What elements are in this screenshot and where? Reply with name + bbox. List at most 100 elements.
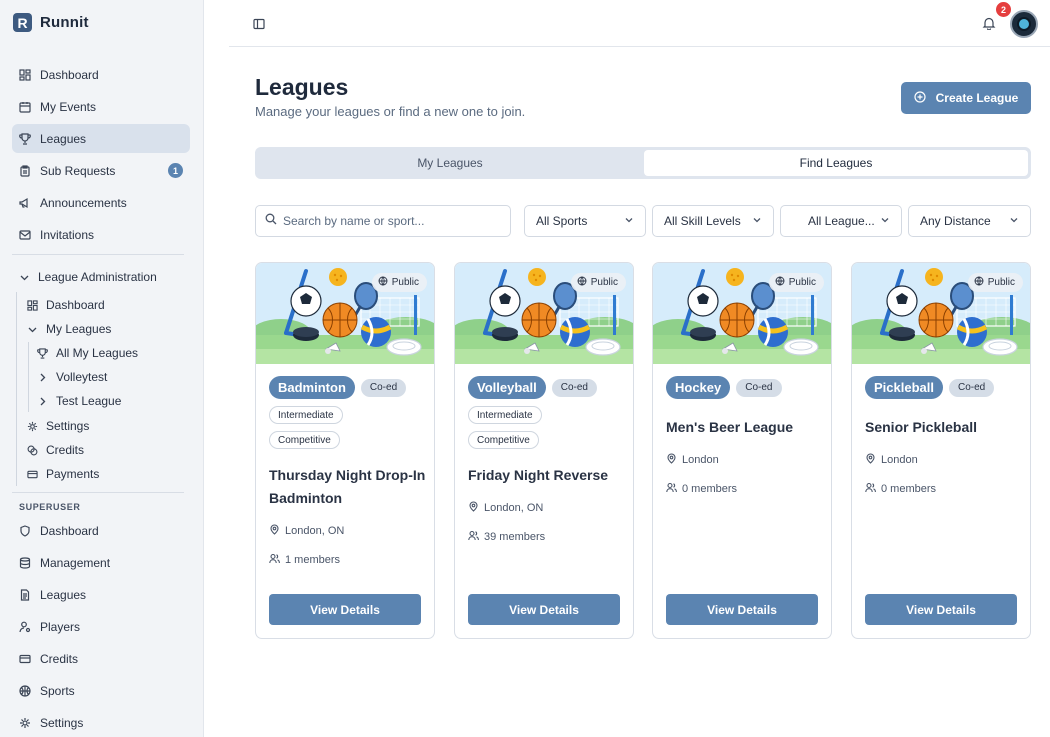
league-location: London, ON [468, 501, 543, 515]
league-admin-credits[interactable]: Credits [27, 439, 84, 461]
superuser-settings[interactable]: Settings [12, 708, 190, 737]
chevron-right-icon [37, 372, 48, 383]
users-icon [269, 553, 280, 567]
search-box[interactable] [255, 205, 511, 237]
sidebar-item-label: My Events [40, 99, 97, 114]
league-admin-payments[interactable]: Payments [27, 463, 99, 485]
sidebar-item-label: Sub Requests [40, 163, 116, 178]
location-text: London [682, 454, 719, 466]
superuser-leagues[interactable]: Leagues [12, 580, 190, 609]
superuser-dashboard[interactable]: Dashboard [12, 516, 190, 545]
members-text: 0 members [682, 483, 738, 495]
sidebar-item-sub-requests[interactable]: Sub Requests 1 [12, 156, 190, 185]
members-text: 0 members [881, 483, 937, 495]
league-members: 0 members [666, 482, 737, 496]
league-admin-toggle[interactable]: League Administration [19, 266, 157, 288]
tab-find-leagues[interactable]: Find Leagues [644, 150, 1028, 176]
league-tags: Volleyball Co-ed [468, 376, 597, 399]
document-icon [19, 588, 31, 601]
skill-level-select[interactable]: All Skill Levels [652, 205, 774, 237]
bell-icon[interactable] [982, 16, 996, 31]
tab-my-leagues[interactable]: My Leagues [258, 150, 642, 176]
sidebar-item-leagues[interactable]: Leagues [12, 124, 190, 153]
sport-tag: Badminton [269, 376, 355, 399]
view-details-button[interactable]: View Details [269, 594, 421, 625]
sidebar-item-label: Settings [46, 419, 90, 433]
sidebar-item-invitations[interactable]: Invitations [12, 220, 190, 249]
superuser-sports[interactable]: Sports [12, 676, 190, 705]
league-type-select[interactable]: All League... [780, 205, 902, 237]
create-league-button[interactable]: Create League [901, 82, 1031, 114]
sport-tag: Volleyball [468, 376, 546, 399]
tree-line [16, 292, 17, 486]
globe-icon [974, 276, 984, 289]
distance-select-value: Any Distance [920, 214, 991, 228]
sidebar-item-label: Dashboard [40, 67, 99, 82]
league-admin-settings[interactable]: Settings [27, 415, 89, 437]
sidebar-item-label: Payments [46, 467, 100, 481]
league-card-title: Men's Beer League [666, 419, 794, 435]
globe-icon [378, 276, 388, 289]
map-pin-icon [468, 501, 479, 515]
database-icon [19, 556, 31, 569]
shield-icon [19, 524, 31, 537]
sidebar-item-label: Credits [40, 651, 79, 666]
sidebar-item-label: Test League [56, 394, 122, 408]
sports-select[interactable]: All Sports [524, 205, 646, 237]
sidebar-item-my-events[interactable]: My Events [12, 92, 190, 121]
app-name: Runnit [40, 14, 89, 31]
create-league-label: Create League [935, 91, 1019, 105]
chevron-down-icon [19, 272, 30, 283]
sidebar-item-label: Invitations [40, 227, 95, 242]
sidebar-divider [12, 254, 184, 255]
runnit-logo: R [13, 13, 32, 32]
visibility-badge: Public [570, 273, 626, 292]
user-cog-icon [19, 621, 31, 633]
view-details-button[interactable]: View Details [468, 594, 620, 625]
coins-icon [27, 445, 38, 456]
test-league-item[interactable]: Test League [37, 390, 121, 412]
league-admin-dashboard[interactable]: Dashboard [27, 294, 105, 316]
volleytest-item[interactable]: Volleytest [37, 366, 107, 388]
superuser-players[interactable]: Players [12, 612, 190, 641]
superuser-management[interactable]: Management [12, 548, 190, 577]
sidebar-item-dashboard[interactable]: Dashboard [12, 60, 190, 89]
leagues-tabs: My Leagues Find Leagues [255, 147, 1031, 179]
location-text: London, ON [484, 502, 544, 514]
sidebar-item-announcements[interactable]: Announcements [12, 188, 190, 217]
sport-tag: Pickleball [865, 376, 943, 399]
sidebar-toggle-icon[interactable] [253, 17, 265, 30]
sidebar-item-label: Settings [40, 715, 84, 730]
brand[interactable]: R Runnit [13, 13, 89, 32]
search-input[interactable] [283, 214, 503, 228]
avatar[interactable] [1010, 10, 1038, 38]
sidebar-item-label: Dashboard [40, 523, 99, 538]
gear-icon [27, 421, 38, 432]
gender-tag: Co-ed [360, 378, 407, 397]
league-card[interactable]: Public Volleyball Co-ed Intermediate Comp… [454, 262, 634, 639]
superuser-credits[interactable]: Credits [12, 644, 190, 673]
distance-select[interactable]: Any Distance [908, 205, 1031, 237]
all-my-leagues-item[interactable]: All My Leagues [37, 342, 138, 364]
grid-icon [27, 299, 38, 311]
my-leagues-toggle[interactable]: My Leagues [27, 318, 111, 340]
league-card[interactable]: Public Hockey Co-ed Men's Beer League Lo… [652, 262, 832, 639]
league-tags: Hockey Co-ed [666, 376, 782, 399]
globe-icon [775, 276, 785, 289]
superuser-section-label: SUPERUSER [19, 502, 81, 512]
league-card[interactable]: Public Pickleball Co-ed Senior Picklebal… [851, 262, 1031, 639]
skill-select-value: All Skill Levels [664, 214, 741, 228]
league-location: London [865, 453, 918, 467]
league-card[interactable]: Public Badminton Co-ed Intermediate Compe… [255, 262, 435, 639]
chevron-down-icon [1009, 214, 1019, 228]
chevron-down-icon [624, 214, 634, 228]
chevron-right-icon [37, 396, 48, 407]
plus-circle-icon [914, 90, 926, 106]
league-card-title: Friday Night Reverse [468, 467, 609, 483]
visibility-badge: Public [371, 273, 427, 292]
sidebar-item-label: Management [40, 555, 111, 570]
league-members: 39 members [468, 530, 545, 544]
league-tags: Pickleball Co-ed [865, 376, 995, 399]
view-details-button[interactable]: View Details [865, 594, 1017, 625]
view-details-button[interactable]: View Details [666, 594, 818, 625]
